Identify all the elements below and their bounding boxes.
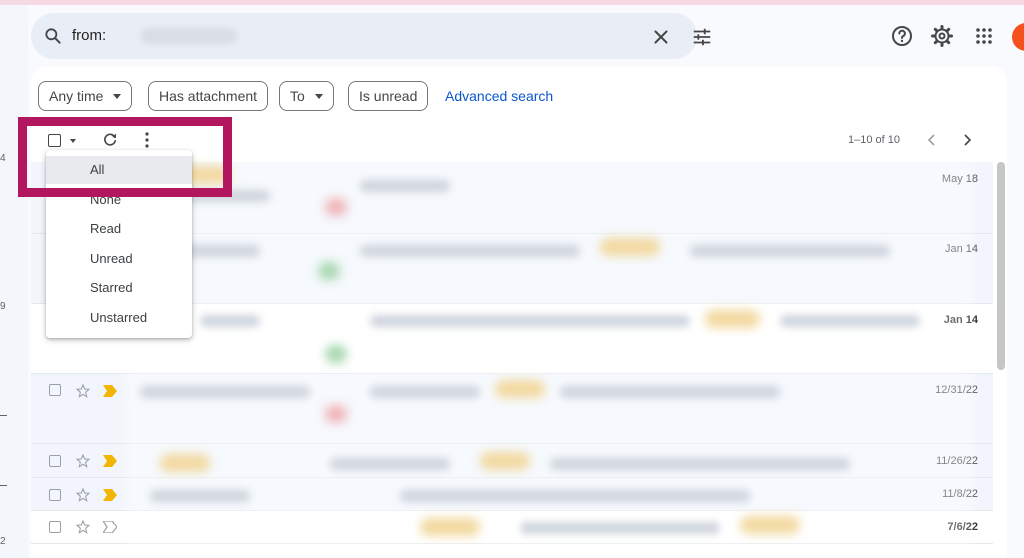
redacted-content <box>520 522 720 534</box>
redacted-content <box>705 310 760 328</box>
menu-item-starred[interactable]: Starred <box>46 274 192 302</box>
redacted-content <box>325 405 347 423</box>
filter-chip-label: Is unread <box>359 88 418 104</box>
redacted-content <box>480 452 530 470</box>
sidebar-count: 4 <box>0 153 6 164</box>
scrollbar-thumb[interactable] <box>997 162 1005 370</box>
redacted-content <box>495 380 545 398</box>
important-icon[interactable] <box>103 521 117 533</box>
important-icon[interactable] <box>103 489 117 501</box>
menu-item-unread[interactable]: Unread <box>46 245 192 273</box>
search-bar[interactable]: from: <box>31 13 711 59</box>
redacted-content <box>330 458 450 470</box>
filter-chip-label: Any time <box>49 88 104 104</box>
redacted-content <box>140 386 310 398</box>
redacted-content <box>360 180 450 192</box>
sidebar-count: 2 <box>0 536 6 547</box>
redacted-content <box>325 345 347 363</box>
redacted-content <box>600 238 660 256</box>
annotation-highlight-box <box>18 117 232 197</box>
redacted-search-term <box>141 28 237 44</box>
sidebar-divider <box>0 485 7 486</box>
advanced-search-link[interactable]: Advanced search <box>445 88 553 104</box>
account-avatar[interactable] <box>1012 23 1024 51</box>
filter-chip-label: To <box>290 88 305 104</box>
top-strip <box>0 0 1024 5</box>
important-icon[interactable] <box>103 385 117 397</box>
redacted-content <box>370 386 480 398</box>
filter-chip-label: Has attachment <box>159 88 258 104</box>
clear-icon[interactable] <box>650 26 672 48</box>
filter-chip-is-unread[interactable]: Is unread <box>348 81 429 111</box>
filter-chip-has-attachment[interactable]: Has attachment <box>148 81 269 111</box>
row-checkbox[interactable] <box>49 384 61 396</box>
important-icon[interactable] <box>103 455 117 467</box>
left-sidebar-edge: 4 9 2 <box>0 5 28 558</box>
redacted-content <box>360 245 580 257</box>
star-icon[interactable] <box>75 453 91 469</box>
redacted-content <box>200 315 260 327</box>
redacted-content <box>160 454 210 472</box>
pagination-count: 1–10 of 10 <box>848 134 900 146</box>
redacted-content <box>740 516 800 534</box>
row-checkbox[interactable] <box>49 455 61 467</box>
search-query-text[interactable]: from: <box>72 27 106 44</box>
filter-chip-any-time[interactable]: Any time <box>38 81 133 111</box>
chevron-right-icon[interactable] <box>960 133 974 147</box>
chevron-down-icon <box>113 93 122 99</box>
star-icon[interactable] <box>75 487 91 503</box>
row-checkbox[interactable] <box>49 489 61 501</box>
sidebar-divider <box>0 415 7 416</box>
sidebar-count: 9 <box>0 301 6 312</box>
tune-icon[interactable] <box>690 26 714 48</box>
row-checkbox[interactable] <box>49 521 61 533</box>
redacted-content <box>400 490 750 502</box>
redacted-content <box>550 458 850 470</box>
chevron-left-icon[interactable] <box>925 133 939 147</box>
redacted-content <box>318 262 340 280</box>
redacted-content <box>780 315 920 327</box>
redacted-content <box>690 245 890 257</box>
menu-item-unstarred[interactable]: Unstarred <box>46 304 192 332</box>
redacted-content <box>150 490 250 502</box>
help-icon[interactable] <box>890 24 914 48</box>
redacted-content <box>370 315 690 327</box>
search-icon[interactable] <box>43 26 63 46</box>
redacted-content <box>420 518 480 536</box>
menu-item-read[interactable]: Read <box>46 215 192 243</box>
redacted-content <box>180 245 260 257</box>
redacted-content <box>325 198 347 216</box>
apps-icon[interactable] <box>972 24 996 48</box>
chevron-down-icon <box>314 93 323 99</box>
star-icon[interactable] <box>75 383 91 399</box>
settings-icon[interactable] <box>930 24 954 48</box>
filter-chip-to[interactable]: To <box>279 81 334 111</box>
redacted-content <box>560 386 780 398</box>
star-icon[interactable] <box>75 519 91 535</box>
